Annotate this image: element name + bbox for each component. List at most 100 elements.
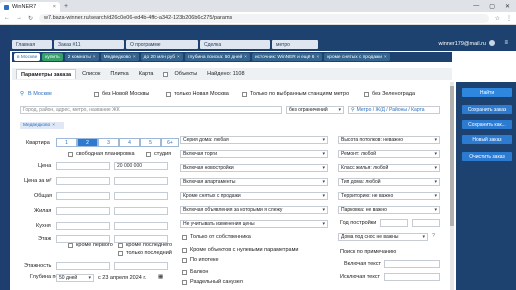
kitchen-area-to-input[interactable] [114, 222, 168, 230]
ceiling-select[interactable]: Высота потолков: неважно [338, 136, 440, 144]
free-plan-checkbox[interactable] [68, 152, 73, 157]
user-avatar-icon[interactable] [489, 40, 495, 46]
floors-to-input[interactable] [114, 262, 168, 270]
chip-region[interactable]: в Москве [14, 53, 41, 61]
kitchen-area-from-input[interactable] [56, 222, 110, 230]
forward-icon[interactable]: → [16, 15, 22, 21]
url-field[interactable]: w7.baza-winner.ru/search/d26c0e06-ed4b-4… [39, 13, 489, 23]
only-new-moscow-checkbox[interactable] [166, 92, 171, 97]
rooms-option-3[interactable]: 3 [98, 138, 119, 147]
close-icon[interactable]: × [177, 55, 180, 60]
chip-rooms[interactable]: 2 комнаты × [64, 53, 99, 61]
nav-item-metro[interactable]: метро [272, 40, 318, 49]
new-order-button[interactable]: Новый заказ [462, 135, 512, 144]
rooms-option-2[interactable]: 2 [77, 138, 98, 147]
except-first-checkbox[interactable] [68, 243, 73, 248]
auctions-select[interactable]: Включая торги [180, 150, 328, 158]
new-buildings-select[interactable]: Включая новостройки [180, 164, 328, 172]
nav-item-deal[interactable]: Сделка [200, 40, 270, 49]
save-order-button[interactable]: Сохранить заказ [462, 105, 512, 114]
balcony-checkbox[interactable] [182, 270, 187, 275]
exclude-text-input[interactable] [384, 273, 440, 281]
clear-order-button[interactable]: Очистить заказ [462, 152, 512, 161]
rooms-option-6plus[interactable]: 6+ [161, 138, 179, 147]
find-button[interactable]: Найти [462, 88, 512, 97]
only-selected-metro-checkbox[interactable] [242, 92, 247, 97]
close-icon[interactable]: × [244, 55, 247, 60]
close-icon[interactable]: × [384, 55, 387, 60]
no-zelenograd-checkbox[interactable] [364, 92, 369, 97]
removed-select[interactable]: Кроме снятых с продажи [180, 192, 328, 200]
total-area-from-input[interactable] [56, 192, 110, 200]
browser-tab[interactable]: WinNER7 × [0, 2, 60, 12]
only-last-checkbox[interactable] [118, 251, 123, 256]
living-area-from-input[interactable] [56, 207, 110, 215]
close-window-icon[interactable]: ✕ [505, 3, 510, 10]
depth-select[interactable]: 50 дней [56, 274, 94, 282]
studio-checkbox[interactable] [146, 152, 151, 157]
calendar-icon[interactable]: ▦ [158, 274, 163, 280]
except-last-checkbox[interactable] [118, 243, 123, 248]
floors-from-input[interactable] [56, 262, 110, 270]
chip-metro[interactable]: Медведково × [100, 53, 139, 61]
nav-item-about[interactable]: О программе [126, 40, 198, 49]
star-icon[interactable]: ☆ [495, 15, 500, 22]
price-from-input[interactable] [56, 162, 110, 170]
limits-select[interactable]: без ограничений [286, 106, 344, 114]
chip-removed[interactable]: кроме снятых с продажи × [324, 53, 390, 61]
price-m2-to-input[interactable] [114, 177, 168, 185]
close-icon[interactable]: × [52, 123, 55, 128]
rooms-option-1[interactable]: 1 [56, 138, 77, 147]
chip-deal-type[interactable]: купить [42, 53, 63, 61]
parking-select[interactable]: Парковка: не важно [338, 206, 440, 214]
territory-select[interactable]: Территорию: не важно [338, 192, 440, 200]
only-owners-checkbox[interactable] [182, 235, 187, 240]
except-zero-checkbox[interactable] [182, 248, 187, 253]
new-tab-icon[interactable]: + [64, 3, 68, 10]
built-year-to-input[interactable] [412, 219, 440, 227]
price-m2-from-input[interactable] [56, 177, 110, 185]
repair-select[interactable]: Ремонт: любой [338, 150, 440, 158]
rooms-option-5[interactable]: 5 [140, 138, 161, 147]
include-text-input[interactable] [384, 260, 440, 268]
living-area-to-input[interactable] [114, 207, 168, 215]
tab-list[interactable]: Список [78, 69, 104, 79]
demolition-select[interactable]: Дома под снос не важны [338, 233, 428, 241]
separate-wc-checkbox[interactable] [182, 280, 187, 285]
price-to-input[interactable]: 20 000 000 [114, 162, 168, 170]
close-icon[interactable]: × [133, 55, 136, 60]
chip-source[interactable]: источник: WinNER и ещё 6 × [251, 53, 323, 61]
mortgage-checkbox[interactable] [182, 258, 187, 263]
apartments-select[interactable]: Включая апартаменты [180, 178, 328, 186]
address-search-input[interactable]: Город, район, адрес, метро, название ЖК [20, 106, 282, 114]
built-year-from-input[interactable] [380, 219, 408, 227]
nav-item-home[interactable]: Главная [12, 40, 52, 49]
close-icon[interactable]: × [93, 55, 96, 60]
no-new-moscow-checkbox[interactable] [94, 92, 99, 97]
save-as-button[interactable]: Сохранить как... [462, 120, 512, 129]
back-icon[interactable]: ← [4, 15, 10, 21]
close-icon[interactable]: × [316, 55, 319, 60]
rooms-option-4[interactable]: 4 [119, 138, 140, 147]
living-class-select[interactable]: Класс жилья: любой [338, 164, 440, 172]
menu-icon[interactable]: ≡ [504, 40, 508, 46]
help-icon[interactable]: ? [432, 233, 435, 239]
geo-selector-button[interactable]: ⚲ Метро / Ж/Д / Районы / Карта [348, 106, 440, 114]
close-tab-icon[interactable]: × [53, 4, 56, 10]
house-series-select[interactable]: Серия дома: любая [180, 136, 328, 144]
maximize-icon[interactable]: ▢ [489, 3, 495, 10]
scrollbar-thumb[interactable] [450, 86, 454, 226]
nav-item-order[interactable]: Заказ #11 [54, 40, 124, 49]
tab-params[interactable]: Параметры заказа [16, 69, 77, 79]
metro-chip[interactable]: Медведково × [20, 122, 64, 129]
watched-select[interactable]: Включая объявления за которыми я слежу [180, 206, 328, 214]
price-change-select[interactable]: Не учитывать изменения цены [180, 220, 328, 228]
minimize-icon[interactable]: — [473, 3, 479, 10]
total-area-to-input[interactable] [114, 192, 168, 200]
form-scrollbar[interactable] [450, 82, 454, 290]
region-select[interactable]: В Москве [28, 91, 52, 97]
tab-tiles[interactable]: Плитка [106, 69, 132, 79]
house-type-select[interactable]: Тип дома: любой [338, 178, 440, 186]
chip-price[interactable]: до 20 млн руб × [140, 53, 183, 61]
tab-map[interactable]: Карта [135, 69, 158, 79]
